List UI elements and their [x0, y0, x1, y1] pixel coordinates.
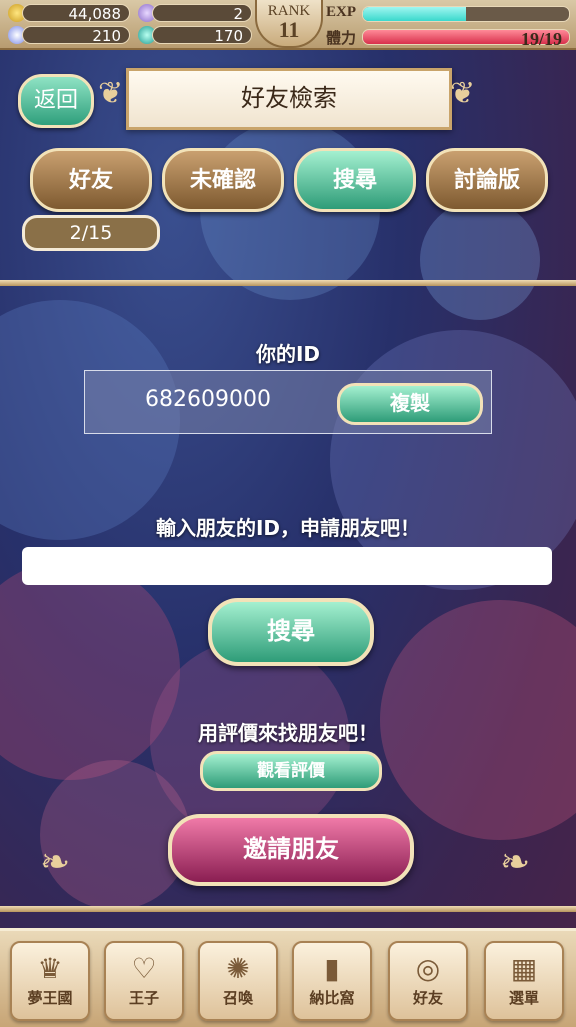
exp-bar	[362, 6, 570, 22]
invite-friends-button[interactable]: 邀請朋友	[168, 814, 414, 886]
nav-label: 納比窩	[309, 991, 355, 1007]
stamina-text: 19/19	[520, 29, 562, 49]
nav-dream-kingdom[interactable]: ♛ 夢王國	[10, 941, 90, 1021]
nav-label: 召喚	[222, 991, 253, 1007]
sun-icon: ✺	[226, 952, 250, 985]
crown-icon: ♛	[37, 952, 63, 985]
copy-button[interactable]: 複製	[337, 383, 483, 425]
tab-friends[interactable]: 好友	[30, 148, 152, 212]
nav-summon[interactable]: ✺ 召喚	[198, 941, 278, 1021]
nav-label: 夢王國	[27, 991, 73, 1007]
back-button[interactable]: 返回	[18, 74, 94, 128]
your-id-value: 682609000	[145, 387, 271, 412]
search-prompt: 輸入朋友的ID，申請朋友吧！	[155, 516, 421, 540]
rank-badge: RANK 11	[255, 0, 323, 48]
ornament-left-icon: ❦	[98, 76, 124, 111]
nav-label: 好友	[412, 991, 443, 1007]
orb-count: 170	[152, 26, 252, 45]
view-reviews-button[interactable]: 觀看評價	[200, 751, 382, 791]
divider-bottom	[0, 906, 576, 912]
search-button[interactable]: 搜尋	[208, 598, 374, 666]
heart-icon: ♡	[131, 952, 157, 985]
nav-menu[interactable]: ▦ 選單	[484, 941, 564, 1021]
status-bar: 44,088 2 210 170 RANK 11 EXP 體力 19/19	[0, 0, 576, 50]
nav-label: 選單	[508, 991, 539, 1007]
tab-unconfirmed[interactable]: 未確認	[162, 148, 284, 212]
exp-bar-fill	[363, 7, 466, 21]
friend-id-input[interactable]	[22, 547, 552, 585]
gold-count: 44,088	[22, 4, 130, 23]
nav-friends[interactable]: ◎ 好友	[388, 941, 468, 1021]
exp-label: EXP	[326, 4, 356, 20]
ticket-count: 2	[152, 4, 252, 23]
nav-nabi-nest[interactable]: ▮ 納比窩	[292, 941, 372, 1021]
page-title: 好友檢索	[126, 68, 452, 130]
invite-ornament-right-icon: ❧	[500, 842, 531, 883]
rank-value: 11	[278, 17, 300, 42]
divider-top	[0, 280, 576, 286]
door-icon: ▮	[324, 952, 340, 985]
id-box: 682609000 複製	[84, 370, 492, 434]
bottom-nav: ♛ 夢王國 ♡ 王子 ✺ 召喚 ▮ 納比窩 ◎ 好友 ▦ 選單	[0, 928, 576, 1027]
grid-icon: ▦	[510, 952, 538, 985]
invite-ornament-left-icon: ❧	[40, 842, 71, 883]
your-id-label: 你的ID	[255, 342, 321, 366]
crystal-count: 210	[22, 26, 130, 45]
friend-count-badge: 2/15	[22, 215, 160, 251]
nav-prince[interactable]: ♡ 王子	[104, 941, 184, 1021]
nav-label: 王子	[128, 991, 159, 1007]
ring-icon: ◎	[415, 952, 441, 985]
ornament-right-icon: ❦	[450, 76, 476, 111]
tab-search[interactable]: 搜尋	[294, 148, 416, 212]
tab-board[interactable]: 討論版	[426, 148, 548, 212]
stamina-label: 體力	[326, 31, 357, 47]
review-prompt: 用評價來找朋友吧！	[198, 721, 378, 745]
